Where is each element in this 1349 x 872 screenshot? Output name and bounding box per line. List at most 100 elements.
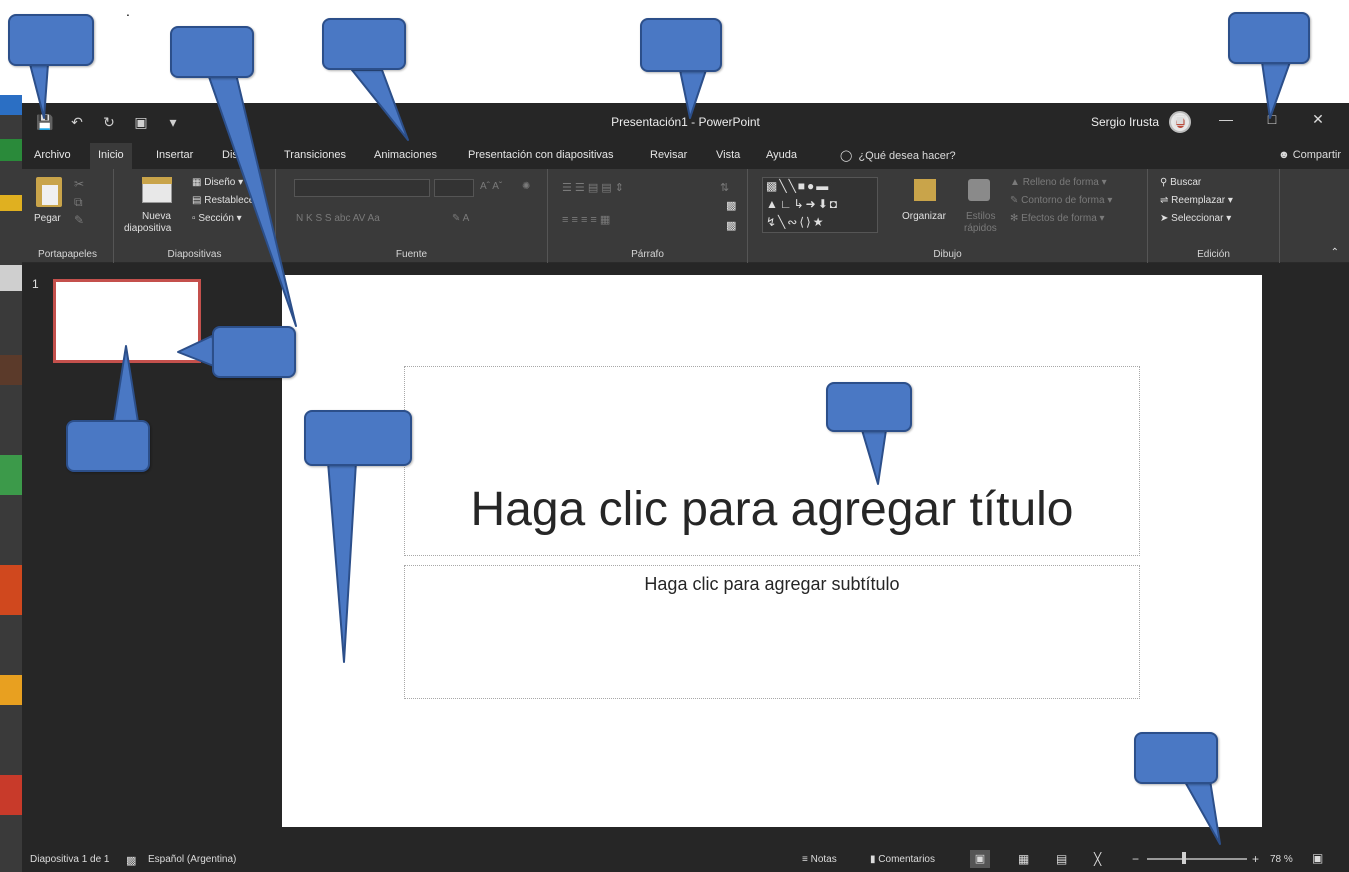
tab-revisar[interactable]: Revisar: [650, 149, 687, 161]
slide-thumbnail-pane: 1: [22, 263, 222, 846]
replace-icon: ⇌: [1160, 195, 1169, 206]
shape-effects-button[interactable]: ✻ Efectos de forma ▾: [1010, 213, 1105, 224]
title-bar: 💾 ↶ ↻ ▣ ▾ Presentación1 - PowerPoint Ser…: [22, 103, 1349, 143]
tab-presentacion[interactable]: Presentación con diapositivas: [468, 149, 614, 161]
shapes-row-1: ▩╲╲■●▬: [766, 179, 831, 193]
alignment-icon[interactable]: ≡ ≡ ≡ ≡ ▦: [562, 213, 610, 226]
select-button[interactable]: ➤ Seleccionar ▾: [1160, 213, 1231, 224]
clear-format-icon[interactable]: ✺: [522, 181, 530, 192]
callout-tab-inicio: [170, 26, 254, 78]
group-dibujo: ▩╲╲■●▬ ▲∟↳➜⬇◘ ↯╲∾⟨⟩★ Organizar Estilos r…: [748, 169, 1148, 263]
callout-window-title: [640, 18, 722, 72]
font-color-icon[interactable]: ✎ A: [452, 213, 469, 224]
normal-view-icon[interactable]: ▣: [970, 850, 990, 868]
title-placeholder-text: Haga clic para agregar título: [470, 483, 1074, 536]
reset-label: Restablecer: [204, 195, 258, 206]
grow-shrink-font-icon[interactable]: Aˆ Aˇ: [480, 181, 502, 192]
format-painter-icon[interactable]: ✎: [74, 213, 84, 227]
desktop-edge: [0, 95, 22, 872]
minimize-icon[interactable]: —: [1203, 111, 1249, 128]
tab-diseno[interactable]: Diseño: [222, 149, 256, 161]
quick-styles-label-2[interactable]: rápidos: [964, 223, 997, 234]
cursor-icon: ➤: [1160, 213, 1169, 224]
text-direction-icon[interactable]: ⇅: [720, 181, 729, 194]
reset-button[interactable]: ▤ Restablecer: [192, 195, 258, 206]
user-name[interactable]: Sergio Irusta: [1091, 115, 1159, 129]
new-slide-header-icon: [142, 177, 172, 184]
notes-button[interactable]: ≡ Notas: [802, 854, 837, 865]
group-label-dibujo: Dibujo: [933, 249, 962, 260]
new-slide-label-2[interactable]: diapositiva: [124, 223, 171, 234]
group-fuente: Aˆ Aˇ ✺ N K S S abc AV Aa ✎ A Fuente: [276, 169, 548, 263]
reading-view-icon[interactable]: ▤: [1056, 852, 1067, 866]
tell-me-search[interactable]: ◯ ¿Qué desea hacer?: [840, 149, 956, 162]
window-controls: ▣ — □ ✕: [1157, 111, 1341, 128]
cut-icon[interactable]: ✂: [74, 177, 84, 191]
restore-icon[interactable]: □: [1249, 111, 1295, 128]
shape-fill-label: Relleno de forma: [1022, 177, 1099, 188]
arrange-button[interactable]: Organizar: [902, 211, 946, 222]
slide-info: Diapositiva 1 de 1: [30, 854, 110, 865]
arrange-icon[interactable]: [914, 179, 936, 201]
smartart-icon[interactable]: ▩: [726, 219, 736, 232]
slide-sorter-icon[interactable]: ▦: [1018, 852, 1029, 866]
close-icon[interactable]: ✕: [1295, 111, 1341, 128]
callout-zoom: [1134, 732, 1218, 784]
paste-sheet-icon: [42, 185, 58, 205]
zoom-slider[interactable]: [1147, 858, 1247, 860]
group-label-fuente: Fuente: [395, 249, 428, 260]
callout-save: [8, 14, 94, 66]
collapse-ribbon-icon[interactable]: ⌃: [1331, 247, 1339, 258]
shape-outline-button[interactable]: ✎ Contorno de forma ▾: [1010, 195, 1112, 206]
tab-transiciones[interactable]: Transiciones: [284, 149, 346, 161]
tab-archivo[interactable]: Archivo: [34, 149, 71, 161]
zoom-out-icon[interactable]: −: [1132, 852, 1139, 866]
new-slide-label-1[interactable]: Nueva: [142, 211, 171, 222]
section-label: Sección: [198, 213, 234, 224]
ribbon-tabs: Archivo Inicio Insertar Diseño Transicio…: [22, 143, 1349, 169]
layout-button[interactable]: ▦ Diseño ▾: [192, 177, 243, 188]
callout-canvas: [304, 410, 412, 466]
zoom-in-icon[interactable]: +: [1252, 852, 1259, 866]
select-label: Seleccionar: [1171, 213, 1224, 224]
tab-ayuda[interactable]: Ayuda: [766, 149, 797, 161]
shapes-row-3: ↯╲∾⟨⟩★: [766, 215, 826, 229]
tab-vista[interactable]: Vista: [716, 149, 740, 161]
display-options-icon[interactable]: ▣: [1157, 111, 1203, 128]
find-button[interactable]: ⚲ Buscar: [1160, 177, 1201, 188]
section-button[interactable]: ▫ Sección ▾: [192, 213, 242, 224]
paste-button[interactable]: Pegar: [34, 213, 61, 224]
font-name-combobox[interactable]: [294, 179, 430, 197]
quick-styles-icon[interactable]: [968, 179, 990, 201]
ribbon: Pegar ✂ ⧉ ✎ Portapapeles Nueva diapositi…: [22, 169, 1349, 263]
callout-window-controls: [1228, 12, 1310, 64]
shapes-row-2: ▲∟↳➜⬇◘: [766, 197, 840, 211]
comments-button[interactable]: ▮ Comentarios: [870, 854, 935, 865]
share-button[interactable]: ☻ Compartir: [1278, 149, 1341, 161]
tab-insertar[interactable]: Insertar: [156, 149, 193, 161]
font-size-combobox[interactable]: [434, 179, 474, 197]
align-text-icon[interactable]: ▩: [726, 199, 736, 212]
tab-inicio[interactable]: Inicio: [90, 143, 132, 169]
font-format-buttons[interactable]: N K S S abc AV Aa: [296, 213, 380, 224]
slide-thumbnail[interactable]: [53, 279, 201, 363]
copy-icon[interactable]: ⧉: [74, 195, 83, 210]
tab-animaciones[interactable]: Animaciones: [374, 149, 437, 161]
quick-styles-label-1[interactable]: Estilos: [966, 211, 995, 222]
callout-title-placeholder: [826, 382, 912, 432]
subtitle-placeholder[interactable]: Haga clic para agregar subtítulo: [404, 565, 1140, 699]
title-placeholder[interactable]: Haga clic para agregar título: [404, 366, 1140, 556]
slide[interactable]: Haga clic para agregar título Haga clic …: [282, 275, 1262, 827]
accessibility-icon[interactable]: ▩: [126, 854, 136, 867]
language[interactable]: Español (Argentina): [148, 854, 236, 865]
effects-icon: ✻: [1010, 213, 1019, 224]
shape-fill-button[interactable]: ▲ Relleno de forma ▾: [1010, 177, 1107, 188]
group-parrafo: ☰ ☰ ▤ ▤ ⇕ ≡ ≡ ≡ ≡ ▦ ⇅ ▩ ▩ Párrafo: [548, 169, 748, 263]
bullets-icon[interactable]: ☰ ☰ ▤ ▤ ⇕: [562, 181, 624, 194]
slideshow-icon[interactable]: ╳: [1094, 852, 1101, 866]
callout-thumbnail: [66, 420, 150, 472]
replace-button[interactable]: ⇌ Reemplazar ▾: [1160, 195, 1233, 206]
zoom-slider-handle[interactable]: [1182, 852, 1186, 864]
zoom-level[interactable]: 78 %: [1270, 854, 1293, 865]
fit-to-window-icon[interactable]: ▣: [1312, 851, 1323, 865]
